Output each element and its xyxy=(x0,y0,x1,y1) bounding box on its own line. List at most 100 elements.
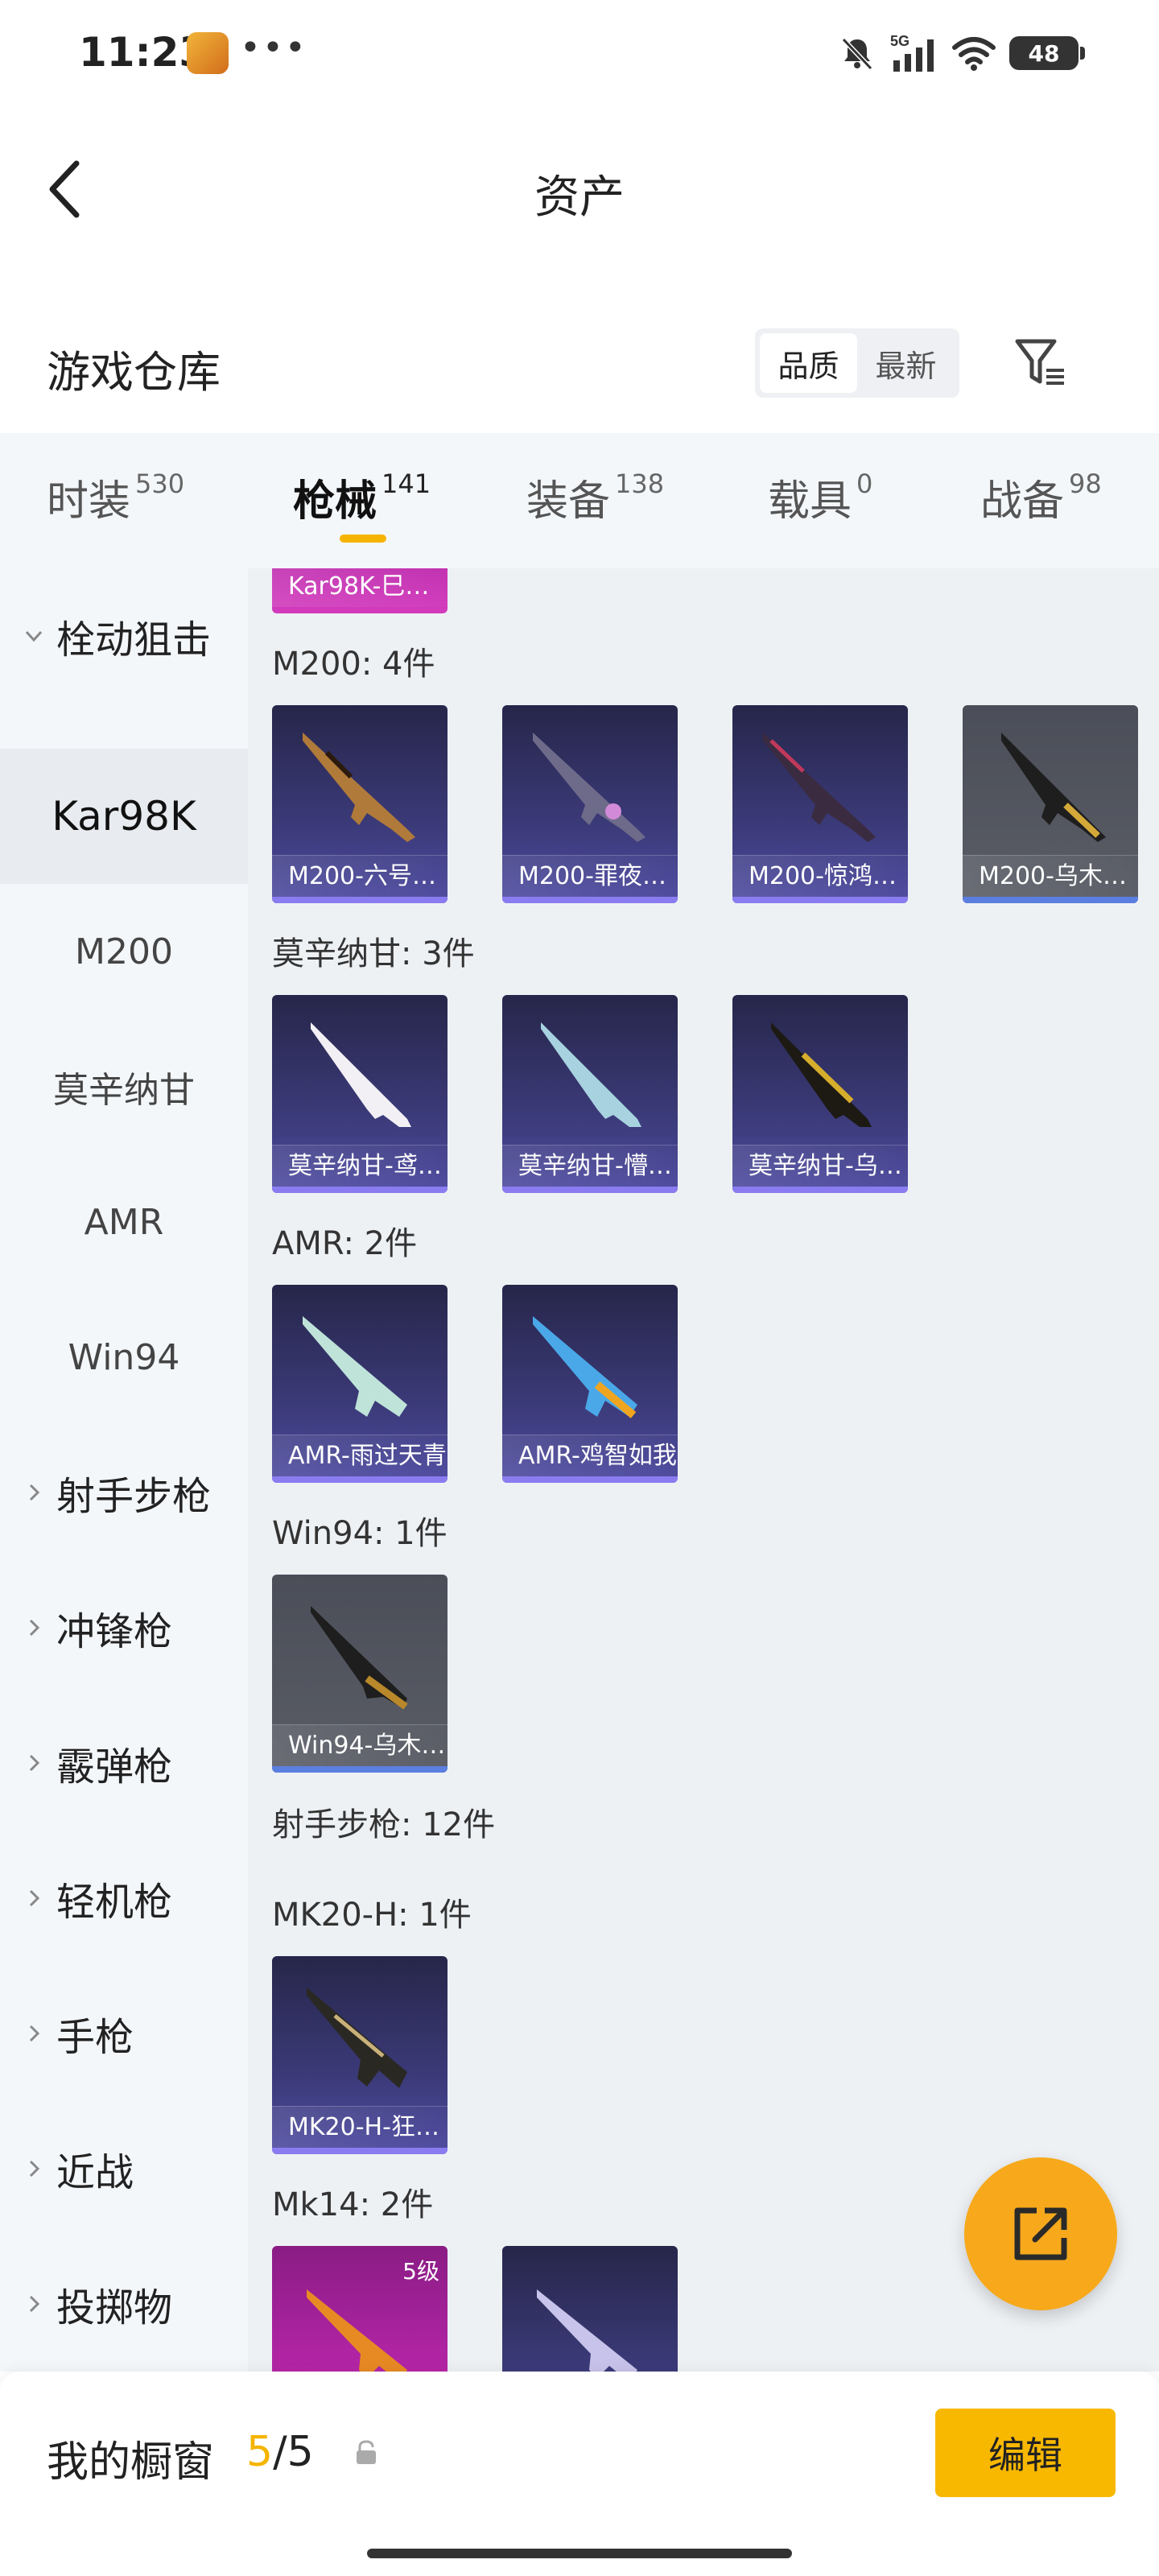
sidebar-item-shotguns[interactable]: 霰弹枪 xyxy=(0,1695,248,1831)
group-label: AMR: 2件 xyxy=(272,1225,418,1262)
showcase-count: 5/5 xyxy=(246,2428,314,2476)
skin-card[interactable]: 莫辛纳甘-乌… xyxy=(732,995,908,1193)
rifle-image xyxy=(541,1022,641,1127)
battery-icon: 48 xyxy=(1009,36,1085,70)
chevron-right-icon xyxy=(29,1889,40,1907)
sidebar-item-mosin[interactable]: 莫辛纳甘 xyxy=(0,1019,248,1154)
chevron-right-icon xyxy=(29,1619,40,1637)
game-app-icon xyxy=(187,32,229,74)
chevron-right-icon xyxy=(29,1484,40,1501)
skin-card[interactable]: 莫辛纳甘-鸢… xyxy=(272,995,448,1193)
tab-count: 138 xyxy=(615,469,665,499)
edit-button[interactable]: 编辑 xyxy=(935,2409,1116,2497)
skin-card[interactable]: Win94-乌木… xyxy=(272,1575,448,1773)
sort-quality-button[interactable]: 品质 xyxy=(760,333,857,393)
sidebar-item-kar98k[interactable]: Kar98K xyxy=(0,749,248,884)
showcase-label: 我的橱窗 xyxy=(47,2438,215,2487)
rifle-image xyxy=(537,2289,637,2372)
skin-card[interactable]: Kar98K-巳… xyxy=(272,568,448,613)
sidebar-item-throwables[interactable]: 投掷物 xyxy=(0,2236,248,2372)
sidebar-item-label: 冲锋枪 xyxy=(56,1609,173,1654)
group-label: Mk14: 2件 xyxy=(272,2186,434,2223)
chevron-right-icon xyxy=(29,2295,40,2313)
sidebar-item-label: M200 xyxy=(75,931,173,972)
wifi-icon xyxy=(952,37,996,71)
sidebar-item-label: AMR xyxy=(84,1201,164,1243)
showcase-total: /5 xyxy=(273,2428,314,2476)
sidebar-item-melee[interactable]: 近战 xyxy=(0,2101,248,2236)
tab-combat-gear[interactable]: 战备 98 xyxy=(980,467,1102,539)
share-button[interactable] xyxy=(964,2157,1117,2310)
skin-name: M200-六号… xyxy=(272,855,448,897)
sidebar-item-win94[interactable]: Win94 xyxy=(0,1290,248,1425)
showcase-bar: 我的橱窗 5/5 编辑 xyxy=(0,2372,1159,2576)
sidebar-item-smgs[interactable]: 冲锋枪 xyxy=(0,1560,248,1695)
weapon-grid: Kar98K-巳… M200: 4件 M200-六号… M200-罪夜… M20… xyxy=(248,568,1159,2372)
active-tab-indicator xyxy=(340,535,386,543)
skin-card[interactable]: AMR-鸡智如我 xyxy=(502,1285,678,1483)
tab-outfits[interactable]: 时装 530 xyxy=(47,467,184,539)
skin-name: AMR-鸡智如我 xyxy=(502,1435,678,1476)
chevron-down-icon xyxy=(25,630,43,642)
skin-card[interactable]: M200-惊鸿… xyxy=(732,705,908,903)
rifle-image xyxy=(303,733,415,842)
rifle-image xyxy=(1001,733,1106,842)
skin-name: M200-乌木… xyxy=(963,855,1138,897)
skin-card[interactable]: M200-罪夜… xyxy=(502,705,678,903)
filter-button[interactable] xyxy=(1009,330,1074,394)
skin-card[interactable]: M200-六号… xyxy=(272,705,448,903)
rifle-image xyxy=(311,1606,408,1710)
showcase-current: 5 xyxy=(246,2428,274,2476)
rifle-image xyxy=(307,2289,407,2372)
group-label: Win94: 1件 xyxy=(272,1515,448,1552)
sort-toggle: 品质 最新 xyxy=(755,328,959,398)
skin-name: M200-罪夜… xyxy=(502,855,678,897)
sidebar-item-label: 霰弹枪 xyxy=(56,1744,173,1790)
skin-card[interactable]: MK20-H-狂… xyxy=(272,1956,448,2154)
home-indicator[interactable] xyxy=(367,2549,792,2558)
tab-label: 枪械 xyxy=(293,477,377,526)
sidebar-item-label: 莫辛纳甘 xyxy=(53,1070,195,1111)
skin-name: M200-惊鸿… xyxy=(732,855,908,897)
skin-card[interactable]: 莫辛纳甘-懵… xyxy=(502,995,678,1193)
skin-name: 莫辛纳甘-鸢… xyxy=(272,1145,448,1187)
more-notifications-icon: ••• xyxy=(240,27,307,68)
group-label: 射手步枪: 12件 xyxy=(272,1806,496,1843)
chevron-right-icon xyxy=(29,2025,40,2042)
rifle-image xyxy=(307,1988,407,2088)
sidebar-item-lmgs[interactable]: 轻机枪 xyxy=(0,1831,248,1966)
skin-name: Win94-乌木… xyxy=(272,1724,448,1766)
tab-count: 530 xyxy=(135,469,185,499)
filter-icon xyxy=(1015,339,1064,385)
sidebar-item-label: 近战 xyxy=(56,2150,134,2195)
sidebar-item-pistols[interactable]: 手枪 xyxy=(0,1966,248,2101)
sidebar-item-label: 轻机枪 xyxy=(56,1880,173,1925)
tab-equipment[interactable]: 装备 138 xyxy=(526,467,664,539)
group-label: MK20-H: 1件 xyxy=(272,1897,472,1934)
skin-name: 莫辛纳甘-乌… xyxy=(732,1145,908,1187)
tab-firearms[interactable]: 枪械 141 xyxy=(293,467,431,539)
sidebar-item-label: 手枪 xyxy=(56,2015,134,2060)
skin-card[interactable] xyxy=(502,2246,678,2372)
skin-card[interactable]: M200-乌木… xyxy=(963,705,1138,903)
tab-count: 98 xyxy=(1069,469,1102,499)
rifle-image xyxy=(763,733,876,842)
sidebar-item-bolt-action[interactable]: 栓动狙击 xyxy=(0,568,248,704)
skin-card[interactable]: AMR-雨过天青 xyxy=(272,1285,448,1483)
rifle-image xyxy=(771,1022,872,1127)
share-external-icon xyxy=(1014,2207,1067,2260)
lock-icon xyxy=(357,2440,376,2464)
skin-card[interactable]: 5级 xyxy=(272,2246,448,2372)
sort-newest-button[interactable]: 最新 xyxy=(857,333,955,393)
rifle-image xyxy=(533,733,645,842)
tab-count: 0 xyxy=(856,469,873,499)
sidebar-item-m200[interactable]: M200 xyxy=(0,884,248,1019)
tab-label: 战备 xyxy=(980,477,1065,526)
group-label: 莫辛纳甘: 3件 xyxy=(272,935,475,972)
sidebar-item-amr[interactable]: AMR xyxy=(0,1154,248,1290)
sidebar-item-label: Win94 xyxy=(68,1336,180,1378)
sidebar-item-marksman-rifles[interactable]: 射手步枪 xyxy=(0,1425,248,1560)
category-tabs: 时装 530 枪械 141 装备 138 载具 0 战备 98 xyxy=(0,433,1159,568)
rifle-image xyxy=(303,1316,407,1417)
tab-vehicles[interactable]: 载具 0 xyxy=(768,467,872,539)
